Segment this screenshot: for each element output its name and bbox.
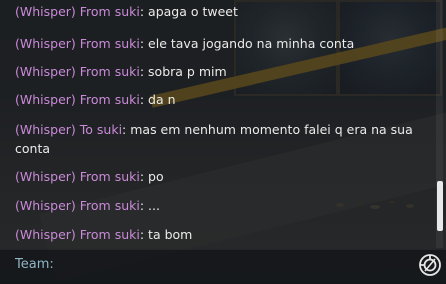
- message-sender: (Whisper) From suki: [15, 4, 140, 19]
- message-text: ele tava jogando na minha conta: [148, 36, 355, 51]
- chat-log[interactable]: (Whisper) From suki: apaga o tweet (Whis…: [0, 0, 432, 248]
- chat-message: (Whisper) From suki: da n: [15, 92, 176, 107]
- message-sender: (Whisper) From suki: [15, 227, 140, 242]
- ping-icon[interactable]: [418, 253, 442, 277]
- chat-message: (Whisper) From suki: po: [15, 169, 164, 184]
- message-sender: (Whisper) From suki: [15, 36, 140, 51]
- message-text: ta bom: [148, 227, 193, 242]
- chat-message: (Whisper) From suki: ...: [15, 198, 160, 213]
- message-text: ...: [148, 198, 160, 213]
- chat-message: (Whisper) From suki: apaga o tweet: [15, 4, 238, 19]
- chat-message: (Whisper) From suki: ta bom: [15, 227, 193, 242]
- message-sender: (Whisper) From suki: [15, 64, 140, 79]
- chat-message: (Whisper) From suki: sobra p mim: [15, 64, 227, 79]
- message-text: apaga o tweet: [148, 4, 238, 19]
- message-sender: (Whisper) From suki: [15, 92, 140, 107]
- message-text: da n: [148, 92, 176, 107]
- message-text: sobra p mim: [148, 64, 227, 79]
- message-sender: (Whisper) To suki: [15, 122, 123, 137]
- chat-scrollbar-thumb[interactable]: [437, 181, 443, 231]
- chat-panel: (Whisper) From suki: apaga o tweet (Whis…: [0, 0, 446, 284]
- channel-label: Team:: [15, 257, 54, 272]
- chat-message: (Whisper) To suki: mas em nenhum momento…: [15, 122, 413, 156]
- message-text: po: [148, 169, 164, 184]
- message-sender: (Whisper) From suki: [15, 169, 140, 184]
- chat-message: (Whisper) From suki: ele tava jogando na…: [15, 36, 355, 51]
- chat-input[interactable]: [62, 253, 406, 279]
- message-sender: (Whisper) From suki: [15, 198, 140, 213]
